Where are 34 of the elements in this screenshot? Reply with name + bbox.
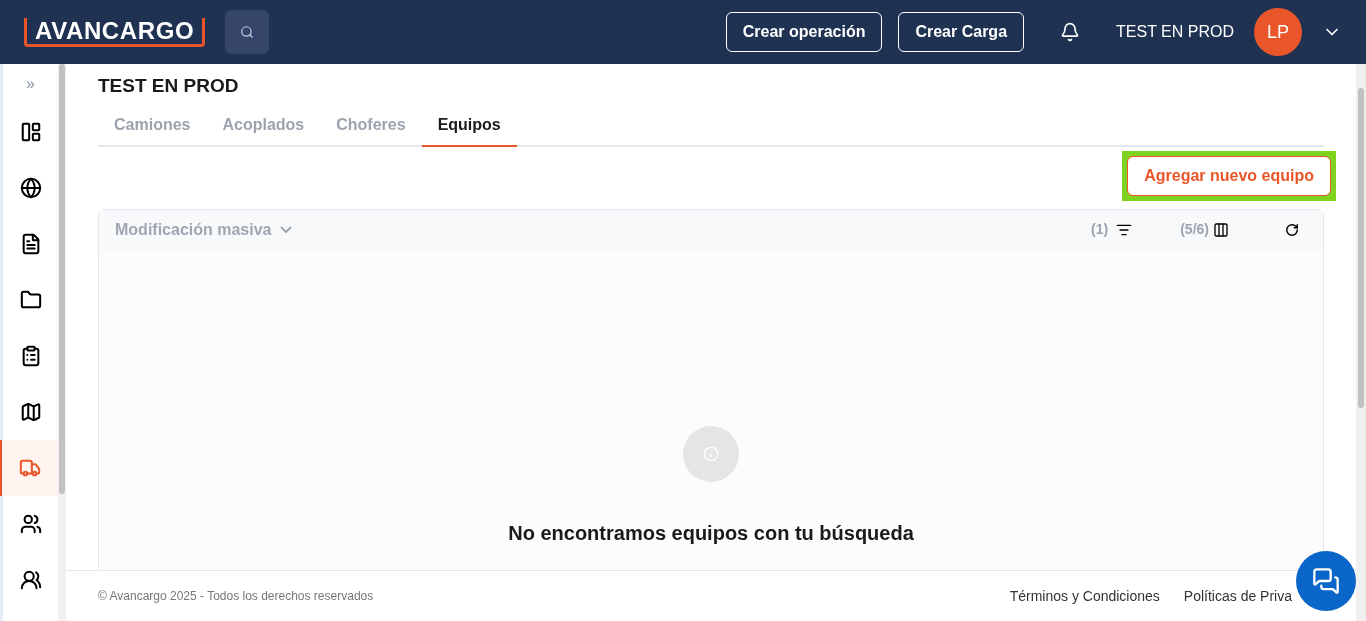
caret-icon — [279, 226, 292, 233]
tab[interactable]: Camiones — [98, 112, 207, 145]
chat-button[interactable] — [1296, 551, 1356, 611]
layout-icon — [19, 121, 42, 143]
tab[interactable]: Acoplados — [206, 112, 321, 145]
user-name: TEST EN PROD — [1116, 22, 1234, 42]
tab[interactable]: Equipos — [421, 112, 517, 147]
empty-message: No encontramos equipos con tu búsqueda — [508, 520, 914, 546]
truck-icon — [19, 457, 41, 479]
search-icon — [240, 25, 255, 39]
search-button[interactable] — [225, 10, 270, 54]
folder-icon — [19, 289, 42, 311]
add-equipment-button[interactable]: Agregar nuevo equipo — [1127, 155, 1331, 196]
header-button[interactable]: Crear operación — [725, 12, 883, 52]
group-icon — [19, 513, 42, 535]
tab[interactable]: Choferes — [320, 112, 422, 145]
user-avatar[interactable]: LP — [1254, 8, 1302, 56]
chat-icon — [1312, 567, 1340, 595]
page-title: TEST EN PROD — [98, 74, 240, 98]
columns-count: (5/6) — [1180, 220, 1209, 239]
footer-link[interactable]: Políticas de Priva — [1183, 585, 1292, 607]
copyright-text: © Avancargo 2025 - Todos los derechos reservados — [98, 588, 374, 605]
map-icon — [19, 401, 42, 423]
globe-icon — [19, 177, 42, 199]
logo[interactable]: AVANCARGO — [24, 17, 206, 47]
refresh-icon[interactable] — [1285, 222, 1299, 237]
bulk-edit-dropdown[interactable]: Modificación masiva — [115, 217, 292, 242]
filter-count: (1) — [1091, 220, 1109, 239]
header-button[interactable]: Crear Carga — [898, 12, 1025, 52]
notification-bell-icon[interactable] — [1060, 22, 1081, 42]
users-icon — [19, 569, 42, 591]
footer-link[interactable]: Términos y Condiciones — [1009, 585, 1160, 607]
expand-sidebar-button[interactable]: » — [3, 64, 58, 104]
columns-icon[interactable] — [1213, 221, 1229, 238]
